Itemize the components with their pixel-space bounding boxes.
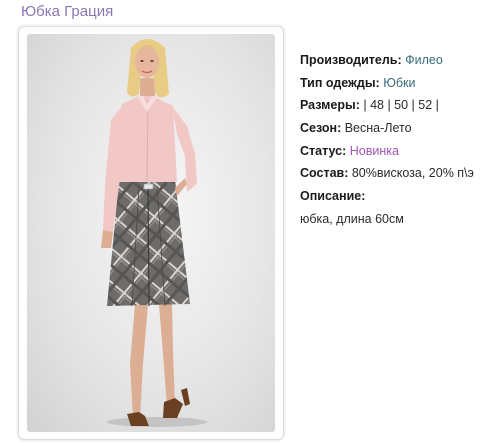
composition-value: 80%вискоза, 20% п\э bbox=[351, 166, 474, 181]
spec-season: Сезон: Весна-Лето bbox=[300, 117, 474, 140]
spec-label: Производитель: bbox=[300, 53, 402, 67]
spec-label: Статус: bbox=[300, 143, 347, 158]
spec-label: Размеры: bbox=[300, 98, 360, 113]
spec-clothing-type: Тип одежды: Юбки bbox=[300, 72, 474, 95]
product-photo[interactable] bbox=[27, 34, 275, 432]
product-specs: Производитель: Филео Тип одежды: Юбки Ра… bbox=[300, 49, 474, 231]
spec-label: Описание: bbox=[300, 189, 366, 204]
season-value: Весна-Лето bbox=[344, 121, 412, 136]
status-link[interactable]: Новинка bbox=[350, 144, 399, 158]
clothing-type-link[interactable]: Юбки bbox=[383, 76, 415, 90]
spec-label: Сезон: bbox=[300, 121, 342, 136]
description-text: юбка, длина 60см bbox=[300, 211, 404, 226]
spec-label: Тип одежды: bbox=[300, 75, 380, 90]
product-image-frame[interactable] bbox=[18, 26, 284, 440]
sizes-value: | 48 | 50 | 52 | bbox=[363, 98, 439, 113]
spec-sizes: Размеры: | 48 | 50 | 52 | bbox=[300, 94, 474, 117]
spec-manufacturer: Производитель: Филео bbox=[300, 49, 474, 72]
spec-status: Статус: Новинка bbox=[300, 140, 474, 163]
spec-label: Состав: bbox=[300, 166, 349, 181]
spec-composition: Состав: 80%вискоза, 20% п\э bbox=[300, 162, 474, 185]
product-title: Юбка Грация bbox=[21, 3, 114, 20]
manufacturer-link[interactable]: Филео bbox=[405, 53, 443, 67]
spec-description: Описание: bbox=[300, 185, 474, 208]
model-illustration bbox=[101, 39, 207, 427]
